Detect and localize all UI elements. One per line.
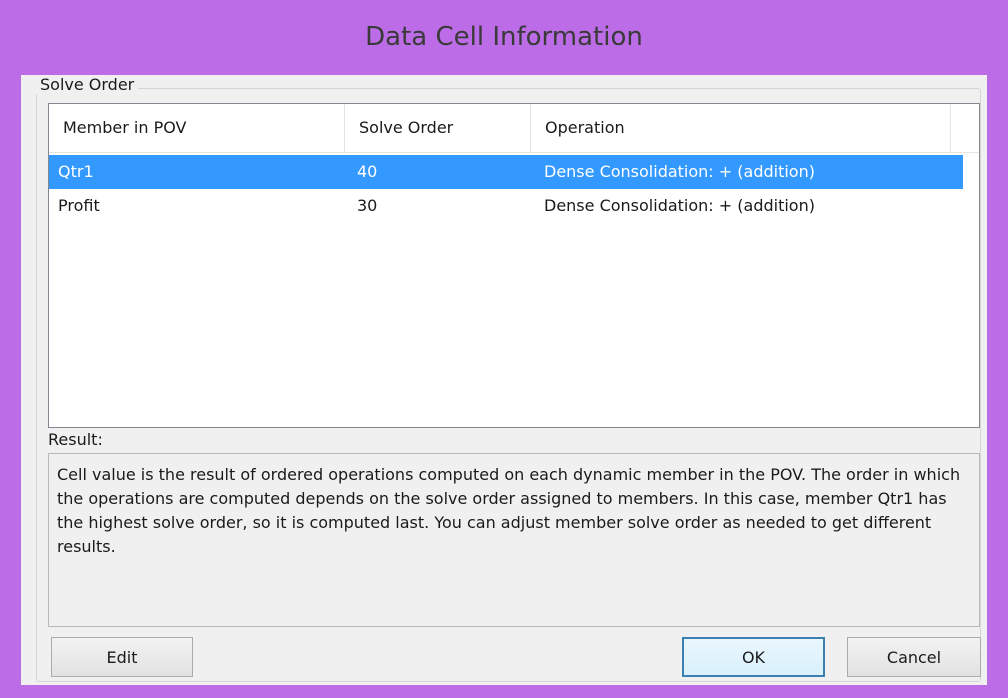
- cell-solve-order: 40: [357, 162, 378, 181]
- result-label: Result:: [48, 430, 103, 449]
- cancel-button[interactable]: Cancel: [847, 637, 981, 677]
- table-row[interactable]: Profit 30 Dense Consolidation: + (additi…: [49, 189, 979, 223]
- cell-operation: Dense Consolidation: + (addition): [544, 162, 815, 181]
- list-header: Member in POV Solve Order Operation: [49, 104, 979, 153]
- solve-order-group-label: Solve Order: [36, 75, 139, 94]
- cell-member: Profit: [58, 196, 100, 215]
- column-header-operation[interactable]: Operation: [531, 104, 951, 152]
- result-text: Cell value is the result of ordered oper…: [48, 453, 980, 627]
- cell-solve-order: 30: [357, 196, 378, 215]
- dialog-window: Data Cell Information Solve Order Member…: [0, 0, 1008, 698]
- column-header-member[interactable]: Member in POV: [49, 104, 345, 152]
- cell-member: Qtr1: [58, 162, 94, 181]
- cell-operation: Dense Consolidation: + (addition): [544, 196, 815, 215]
- column-header-solve-order[interactable]: Solve Order: [345, 104, 531, 152]
- title-bar[interactable]: Data Cell Information: [0, 0, 1008, 78]
- list-rows: Qtr1 40 Dense Consolidation: + (addition…: [49, 155, 979, 223]
- dialog-client-area: Solve Order Member in POV Solve Order Op…: [21, 75, 987, 685]
- solve-order-list[interactable]: Member in POV Solve Order Operation Qtr1…: [48, 103, 980, 428]
- edit-button[interactable]: Edit: [51, 637, 193, 677]
- table-row[interactable]: Qtr1 40 Dense Consolidation: + (addition…: [49, 155, 963, 189]
- ok-button[interactable]: OK: [682, 637, 825, 677]
- window-title: Data Cell Information: [365, 22, 643, 52]
